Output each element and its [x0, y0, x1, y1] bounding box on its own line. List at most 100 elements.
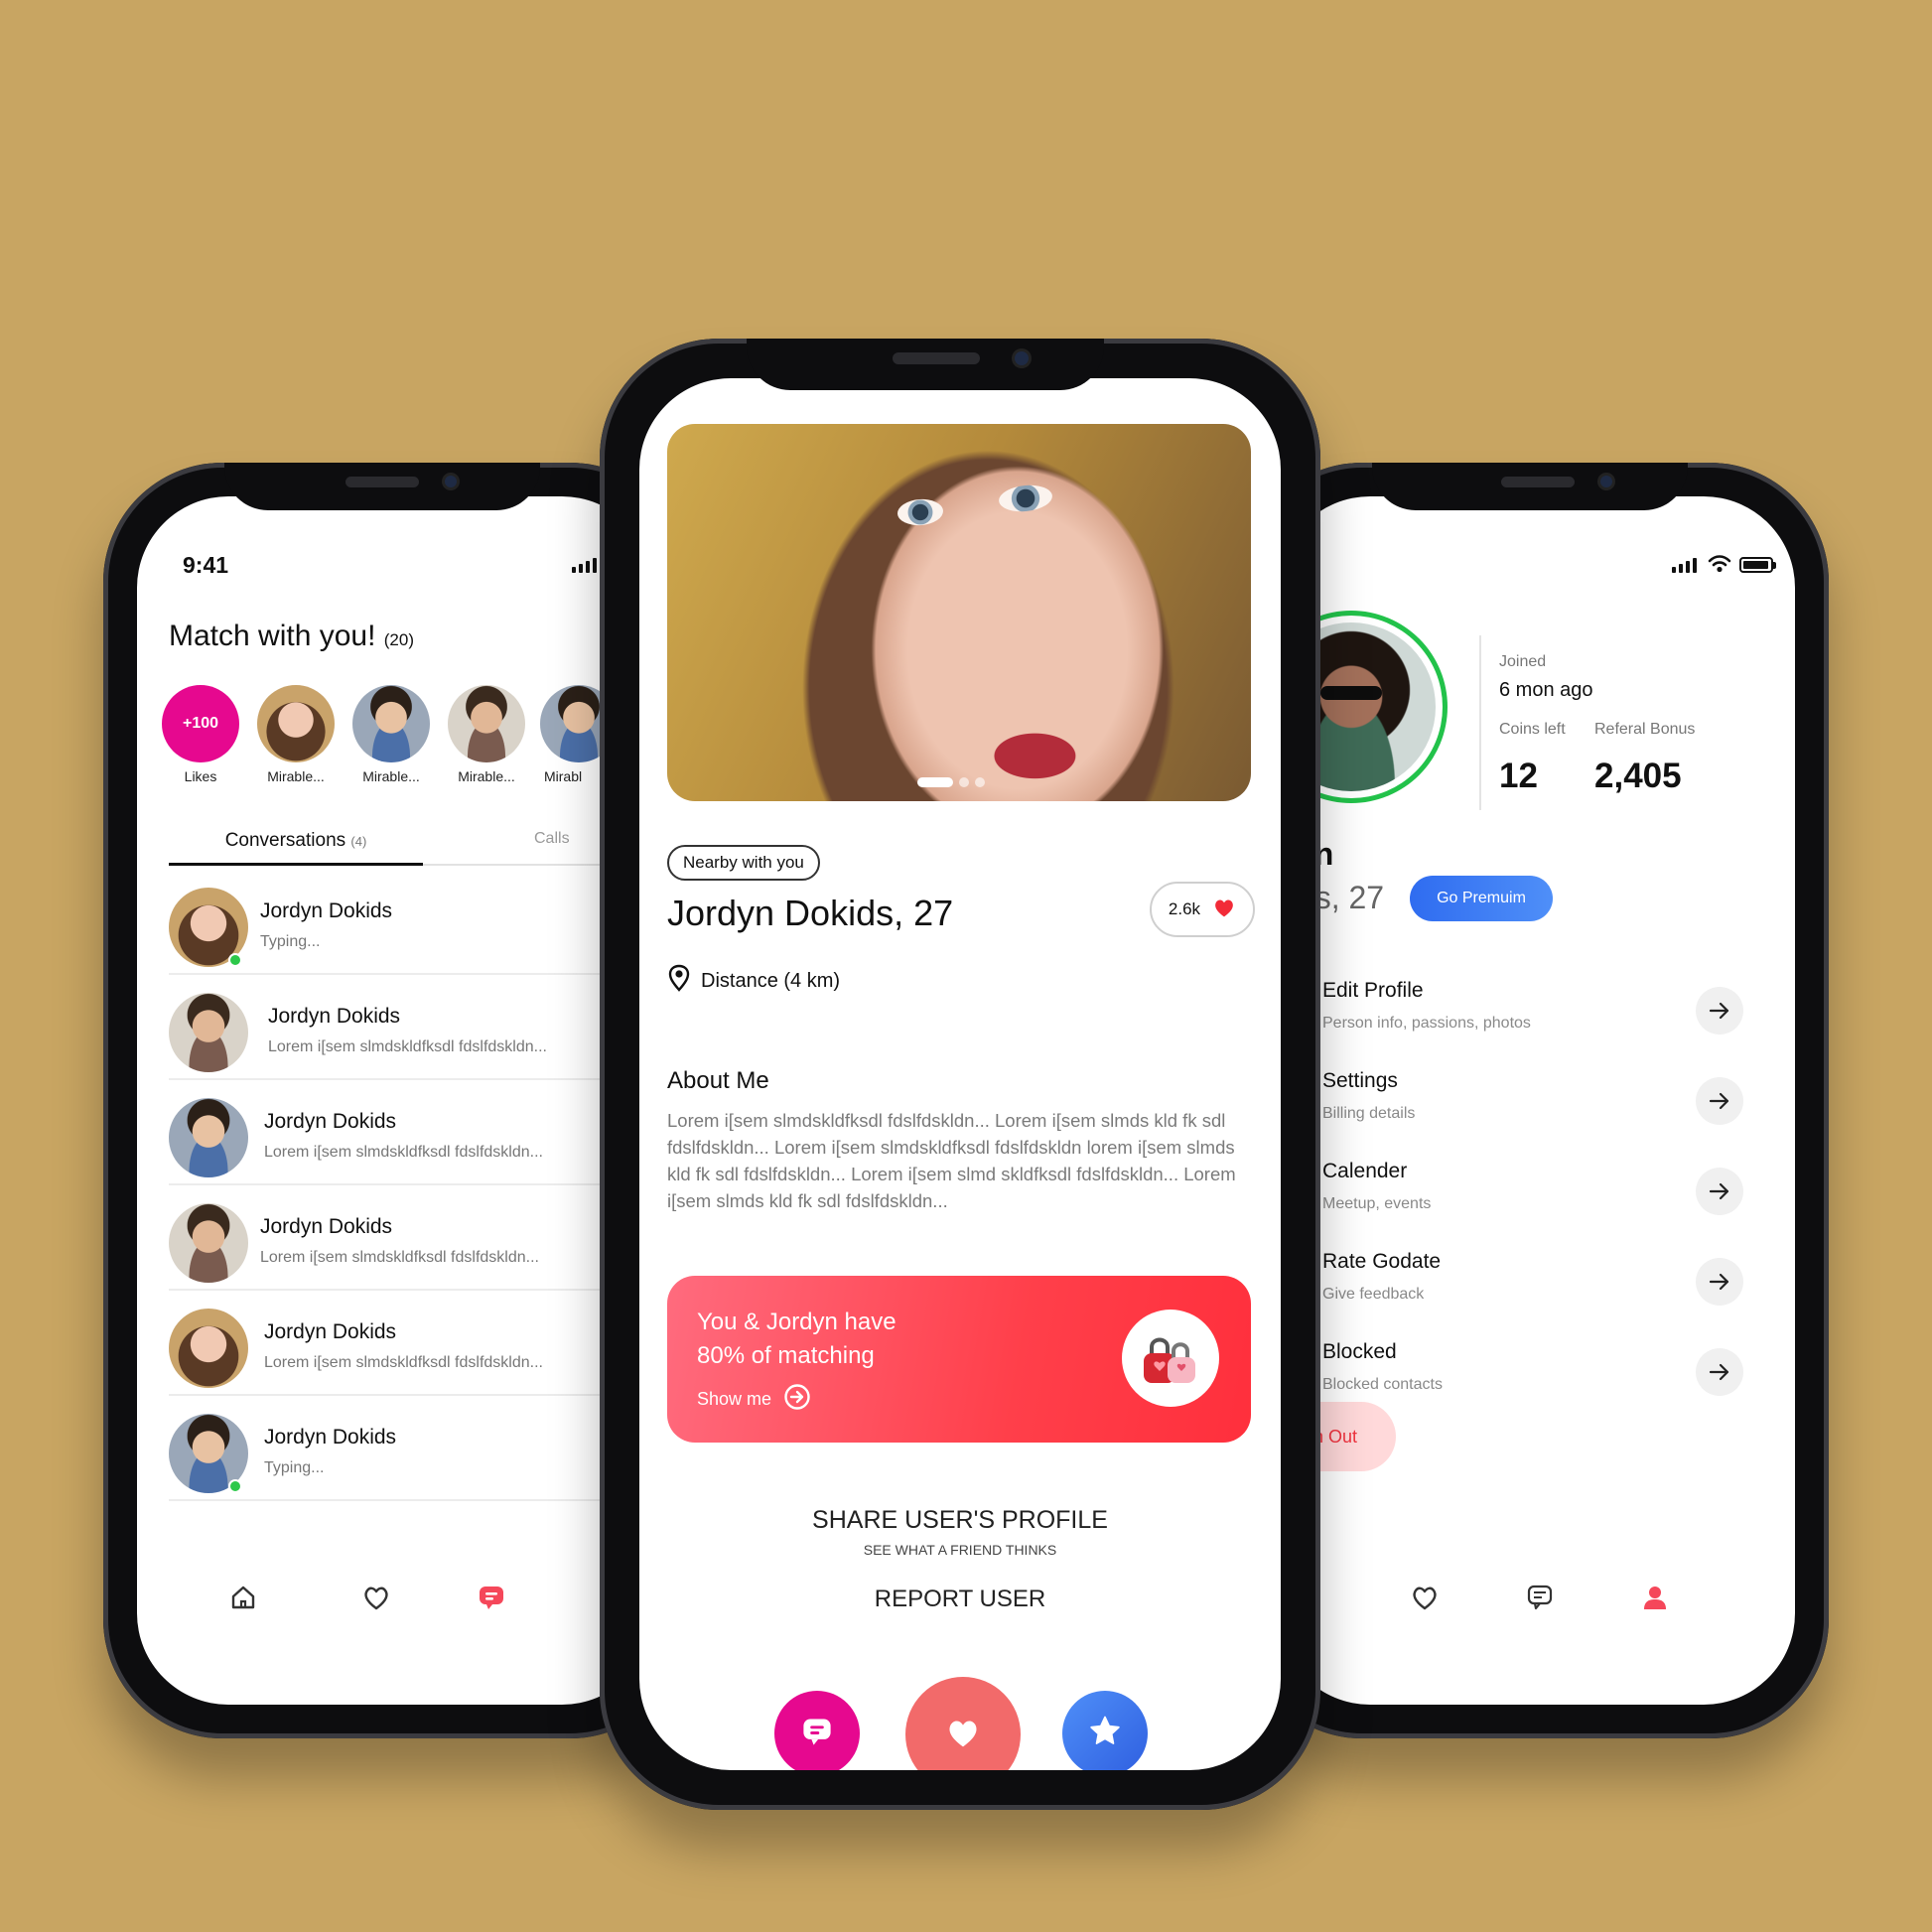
menu-edit-profile[interactable]: Edit Profile Person info, passions, phot…: [1279, 979, 1759, 1048]
menu-title: Blocked: [1322, 1340, 1397, 1363]
nearby-chip: Nearby with you: [667, 845, 820, 881]
share-subtitle: SEE WHAT A FRIEND THINKS: [863, 1542, 1057, 1558]
home-icon[interactable]: [228, 1583, 258, 1612]
speaker: [1501, 477, 1575, 487]
message-button[interactable]: [774, 1691, 860, 1770]
avatar: [257, 685, 335, 762]
menu-blocked[interactable]: Blocked Blocked contacts: [1279, 1340, 1759, 1410]
joined-value: 6 mon ago: [1499, 679, 1593, 701]
tab-conversations[interactable]: Conversations (4): [169, 830, 423, 866]
tab-calls[interactable]: Calls: [534, 830, 570, 848]
contact-name: Jordyn Dokids: [260, 899, 393, 922]
menu-title: Rate Godate: [1322, 1250, 1442, 1273]
story-item[interactable]: Mirable...: [445, 685, 528, 784]
bonus-label: Referal Bonus: [1594, 721, 1696, 738]
story-label: Mirable...: [458, 768, 515, 784]
arrow-right-icon[interactable]: [1696, 1348, 1743, 1396]
notch: [747, 339, 1104, 390]
wifi-icon: [1708, 554, 1731, 579]
last-message: Typing...: [260, 933, 321, 950]
contact-name: Jordyn Dokids: [268, 1005, 401, 1028]
contact-name: Jordyn Dokids: [264, 1110, 397, 1133]
signal-icon: [572, 558, 597, 573]
avatar: [352, 685, 430, 762]
photo-detail: [897, 497, 944, 527]
coins-value: 12: [1499, 757, 1538, 795]
super-like-button[interactable]: [1062, 1691, 1148, 1770]
profile-photo[interactable]: [667, 424, 1251, 801]
heart-icon: [1212, 897, 1236, 923]
camera: [445, 476, 457, 487]
menu-subtitle: Meetup, events: [1322, 1195, 1432, 1212]
story-label: Likes: [184, 768, 217, 784]
heart-icon[interactable]: [1410, 1583, 1440, 1612]
last-message: Lorem i[sem slmdskldfksdl fdslfdskldn...: [264, 1144, 543, 1161]
heart-icon[interactable]: [361, 1583, 391, 1612]
avatar: [169, 993, 248, 1072]
match-title: Match with you! (20): [169, 620, 414, 652]
like-button[interactable]: [905, 1677, 1021, 1770]
avatar: [540, 685, 600, 762]
story-label: Mirabl: [544, 768, 583, 784]
conversation-row[interactable]: Jordyn Dokids Lorem i[sem slmdskldfksdl …: [169, 1185, 653, 1291]
speaker: [345, 477, 419, 487]
coins-label: Coins left: [1499, 721, 1566, 738]
conversation-row[interactable]: Jordyn Dokids Lorem i[sem slmdskldfksdl …: [169, 975, 653, 1080]
camera: [1600, 476, 1612, 487]
conversation-row[interactable]: Jordyn Dokids Typing...: [169, 870, 653, 975]
story-label: Mirable...: [267, 768, 325, 784]
arrow-right-icon[interactable]: [1696, 987, 1743, 1035]
chat-icon[interactable]: [1525, 1583, 1555, 1612]
report-user-button[interactable]: REPORT USER: [639, 1586, 1281, 1613]
menu-rate-app[interactable]: Rate Godate Give feedback: [1279, 1250, 1759, 1319]
notch: [224, 463, 540, 510]
menu-title: Edit Profile: [1322, 979, 1424, 1002]
show-me-link[interactable]: Show me: [697, 1383, 811, 1416]
story-likes[interactable]: +100 Likes: [159, 685, 242, 784]
story-label: Mirable...: [362, 768, 420, 784]
likes-count: 2.6k: [1168, 899, 1201, 918]
divider: [1479, 635, 1481, 810]
avatar: [169, 1203, 248, 1283]
go-premium-button[interactable]: Go Premuim: [1410, 876, 1553, 921]
conversation-row[interactable]: Jordyn Dokids Typing...: [169, 1396, 653, 1501]
avatar: [448, 685, 525, 762]
profile-name: Jordyn Dokids, 27: [667, 893, 954, 933]
menu-settings[interactable]: Settings Billing details: [1279, 1069, 1759, 1139]
menu-subtitle: Person info, passions, photos: [1322, 1015, 1531, 1032]
menu-subtitle: Billing details: [1322, 1105, 1416, 1122]
conversation-tabs: Conversations (4) Calls: [169, 830, 653, 866]
profile-detail-screen: Nearby with you Jordyn Dokids, 27 2.6k D…: [639, 378, 1281, 1770]
conversation-row[interactable]: Jordyn Dokids Lorem i[sem slmdskldfksdl …: [169, 1291, 653, 1396]
match-card[interactable]: You & Jordyn have 80% of matching Show m…: [667, 1276, 1251, 1443]
photo-detail: [997, 483, 1054, 514]
joined-label: Joined: [1499, 653, 1547, 670]
last-message: Typing...: [264, 1459, 325, 1476]
share-profile-button[interactable]: SHARE USER'S PROFILE: [639, 1506, 1281, 1535]
profile-settings-screen: 1 Joined 6 mon ago Coins left 12 Referal…: [1279, 496, 1795, 1705]
chat-icon[interactable]: [477, 1583, 506, 1612]
profile-icon[interactable]: [1640, 1583, 1670, 1612]
arrow-right-icon[interactable]: [1696, 1168, 1743, 1215]
status-time: 9:41: [183, 552, 229, 578]
bonus-value: 2,405: [1594, 757, 1682, 795]
menu-subtitle: Blocked contacts: [1322, 1376, 1443, 1393]
story-item[interactable]: Mirable...: [254, 685, 338, 784]
menu-title: Calender: [1322, 1160, 1408, 1182]
distance-row: Distance (4 km): [667, 964, 840, 998]
notch: [1372, 463, 1688, 510]
menu-calendar[interactable]: Calender Meetup, events: [1279, 1160, 1759, 1229]
photo-pager[interactable]: [917, 777, 985, 787]
arrow-right-icon[interactable]: [1696, 1077, 1743, 1125]
conversation-row[interactable]: Jordyn Dokids Lorem i[sem slmdskldfksdl …: [169, 1080, 653, 1185]
match-text: You & Jordyn have 80% of matching: [697, 1309, 897, 1369]
likes-pill[interactable]: 2.6k: [1150, 882, 1255, 937]
contact-name: Jordyn Dokids: [264, 1320, 397, 1343]
star-icon: [1087, 1714, 1123, 1754]
about-text: Lorem i[sem slmdskldfksdl fdslfdskldn...…: [667, 1110, 1236, 1211]
arrow-circle-icon: [783, 1383, 811, 1416]
arrow-right-icon[interactable]: [1696, 1258, 1743, 1306]
story-item[interactable]: Mirabl: [540, 685, 600, 784]
story-item[interactable]: Mirable...: [349, 685, 433, 784]
likes-badge: +100: [162, 685, 239, 762]
